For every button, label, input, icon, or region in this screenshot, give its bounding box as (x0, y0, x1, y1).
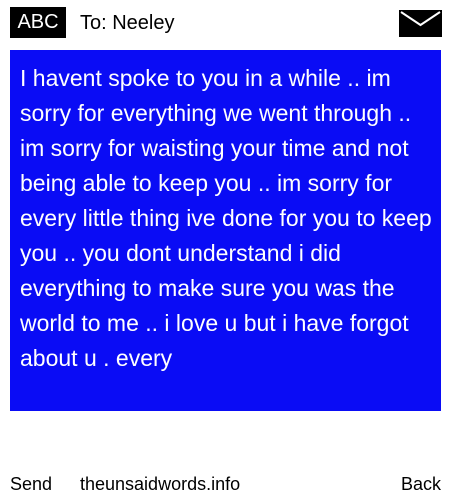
back-button[interactable]: Back (401, 472, 441, 496)
input-mode-badge: ABC (10, 7, 66, 38)
envelope-icon (399, 10, 442, 37)
message-text: I havent spoke to you in a while .. im s… (20, 65, 432, 371)
recipient-label: To: Neeley (80, 12, 175, 34)
message-body[interactable]: I havent spoke to you in a while .. im s… (10, 50, 441, 411)
site-link[interactable]: theunsaidwords.info (80, 472, 240, 496)
send-button[interactable]: Send (10, 472, 52, 496)
